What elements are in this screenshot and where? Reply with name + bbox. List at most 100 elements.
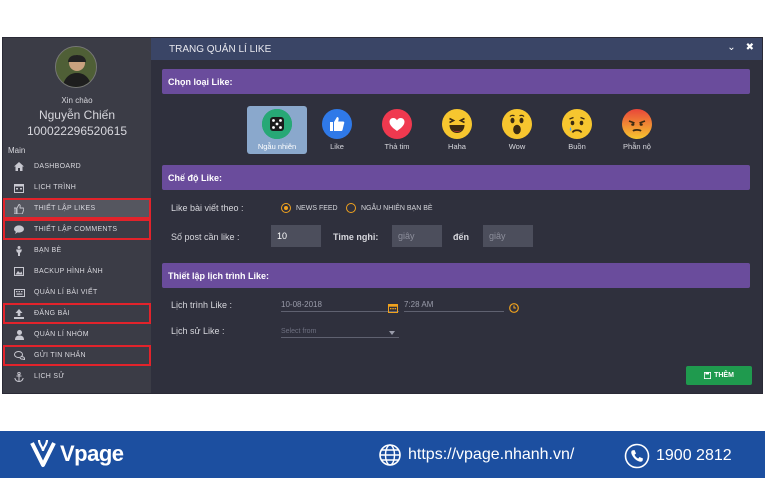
minimize-button[interactable]: ⌄ <box>727 42 735 53</box>
person-icon <box>13 245 25 256</box>
like-management-content: Chọn loại Like: Ngẫu nhiên Like Thả tim … <box>151 60 762 393</box>
like-option-love[interactable]: Thả tim <box>367 106 427 154</box>
like-option-like[interactable]: Like <box>307 106 367 154</box>
angry-icon <box>622 109 652 139</box>
save-icon <box>704 372 712 379</box>
like-option-label: Phẫn nộ <box>623 142 651 151</box>
like-option-random[interactable]: Ngẫu nhiên <box>247 106 307 154</box>
clock-icon[interactable] <box>509 303 519 313</box>
like-type-heading: Chọn loại Like: <box>168 76 233 87</box>
like-type-options: Ngẫu nhiên Like Thả tim Haha Wow Buồn Ph… <box>247 106 667 154</box>
like-icon <box>322 109 352 139</box>
keyboard-icon <box>13 288 25 298</box>
greeting-text: Xin chào <box>61 96 93 105</box>
upload-icon <box>13 308 25 319</box>
sidebar-item-manage-posts[interactable]: QUẢN LÍ BÀI VIẾT <box>3 282 151 303</box>
follow-label: Like bài viết theo : <box>171 203 244 213</box>
radio-newsfeed[interactable]: NEWS FEED <box>281 203 338 213</box>
anchor-icon <box>13 371 25 382</box>
sidebar-item-label: QUẢN LÍ BÀI VIẾT <box>34 289 98 296</box>
rest-from-input[interactable]: giây <box>392 225 442 247</box>
footer-banner: Vpage https://vpage.nhanh.vn/ 1900 2812 <box>0 431 765 478</box>
user-icon <box>13 329 25 340</box>
radio-newsfeed-label: NEWS FEED <box>296 204 338 212</box>
sidebar-item-dashboard[interactable]: DASHBOARD <box>3 156 151 177</box>
user-name: Nguyễn Chiến <box>38 108 116 122</box>
sidebar-item-friends[interactable]: BẠN BÈ <box>3 240 151 261</box>
haha-icon <box>442 109 472 139</box>
like-option-label: Like <box>330 142 344 151</box>
home-icon <box>13 162 25 172</box>
history-label: Lịch sử Like : <box>171 326 225 336</box>
sidebar-item-label: ĐĂNG BÀI <box>34 310 70 317</box>
sidebar-item-likes-settings[interactable]: THIẾT LẬP LIKES <box>3 198 151 219</box>
image-icon <box>13 267 25 277</box>
like-option-label: Ngẫu nhiên <box>257 142 297 151</box>
radio-dot-selected <box>281 203 291 213</box>
sidebar-item-backup-images[interactable]: BACKUP HÌNH ẢNH <box>3 261 151 282</box>
like-option-haha[interactable]: Haha <box>427 106 487 154</box>
app-window: Xin chào Nguyễn Chiến 100022296520615 Ma… <box>2 37 763 394</box>
schedule-header: Thiết lập lịch trình Like: <box>162 263 750 288</box>
sidebar-item-schedule[interactable]: LỊCH TRÌNH <box>3 177 151 198</box>
sidebar-item-label: THIẾT LẬP LIKES <box>34 205 96 212</box>
hotline-number: 1900 2812 <box>656 447 732 464</box>
to-label: đến <box>453 232 470 242</box>
like-mode-heading: Chế độ Like: <box>168 172 223 183</box>
schedule-time-input[interactable]: 7:28 AM <box>404 298 504 312</box>
sidebar-item-label: QUẢN LÍ NHÓM <box>34 331 89 338</box>
add-button[interactable]: THÊM <box>686 366 752 385</box>
comment-icon <box>13 225 25 235</box>
sidebar-item-label: BẠN BÈ <box>34 247 62 254</box>
vpage-logo-icon <box>30 439 56 467</box>
sidebar-item-send-message[interactable]: GỬI TIN NHẮN <box>3 345 151 366</box>
like-option-label: Thả tim <box>384 142 410 151</box>
phone-icon <box>624 443 650 469</box>
post-count-input[interactable]: 10 <box>271 225 321 247</box>
calendar-icon[interactable] <box>388 303 398 313</box>
schedule-label: Lịch trình Like : <box>171 300 233 310</box>
sidebar-item-label: GỬI TIN NHẮN <box>34 352 86 359</box>
like-mode-header: Chế độ Like: <box>162 165 750 190</box>
schedule-date-input[interactable]: 10-08-2018 <box>281 298 399 312</box>
sidebar-item-label: BACKUP HÌNH ẢNH <box>34 268 103 275</box>
footer-hotline[interactable]: 1900 2812 <box>624 443 732 469</box>
screenshot-stage: Xin chào Nguyễn Chiến 100022296520615 Ma… <box>0 0 765 478</box>
sidebar-section-label: Main <box>8 146 26 155</box>
globe-icon <box>379 444 401 466</box>
sidebar-item-post[interactable]: ĐĂNG BÀI <box>3 303 151 324</box>
window-titlebar: TRANG QUẢN LÍ LIKE ⌄ ✖ <box>151 38 762 60</box>
user-id: 100022296520615 <box>26 124 128 138</box>
like-option-label: Buồn <box>568 142 586 151</box>
calendar-icon <box>13 183 25 193</box>
like-option-label: Haha <box>448 142 466 151</box>
avatar[interactable] <box>55 46 97 88</box>
sidebar-item-comments-settings[interactable]: THIẾT LẬP COMMENTS <box>3 219 151 240</box>
history-select[interactable]: Select from <box>281 324 399 338</box>
sidebar-menu: DASHBOARD LỊCH TRÌNH THIẾT LẬP LIKES THI… <box>3 156 151 387</box>
like-option-wow[interactable]: Wow <box>487 106 547 154</box>
chat-icon <box>13 351 25 361</box>
sidebar-item-label: LỊCH SỬ <box>34 373 65 380</box>
schedule-heading: Thiết lập lịch trình Like: <box>168 270 270 281</box>
thumbs-up-icon <box>13 203 25 214</box>
like-option-angry[interactable]: Phẫn nộ <box>607 106 667 154</box>
rest-to-input[interactable]: giây <box>483 225 533 247</box>
heart-icon <box>382 109 412 139</box>
like-option-sad[interactable]: Buồn <box>547 106 607 154</box>
sidebar-item-label: THIẾT LẬP COMMENTS <box>34 226 118 233</box>
close-button[interactable]: ✖ <box>746 42 754 53</box>
chevron-down-icon[interactable] <box>389 331 395 335</box>
vpage-logo[interactable]: Vpage <box>30 439 124 469</box>
radio-random-friends[interactable]: NGẪU NHIÊN BẠN BÈ <box>346 203 433 213</box>
sidebar-item-manage-groups[interactable]: QUẢN LÍ NHÓM <box>3 324 151 345</box>
post-count-label: Số post cần like : <box>171 232 240 242</box>
brand-name: Vpage <box>60 441 124 466</box>
rest-time-label: Time nghỉ: <box>333 232 379 242</box>
sidebar-item-history[interactable]: LỊCH SỬ <box>3 366 151 387</box>
sad-icon <box>562 109 592 139</box>
window-title: TRANG QUẢN LÍ LIKE <box>169 43 272 55</box>
footer-website[interactable]: https://vpage.nhanh.vn/ <box>378 443 574 467</box>
radio-dot <box>346 203 356 213</box>
website-url: https://vpage.nhanh.vn/ <box>408 446 575 463</box>
